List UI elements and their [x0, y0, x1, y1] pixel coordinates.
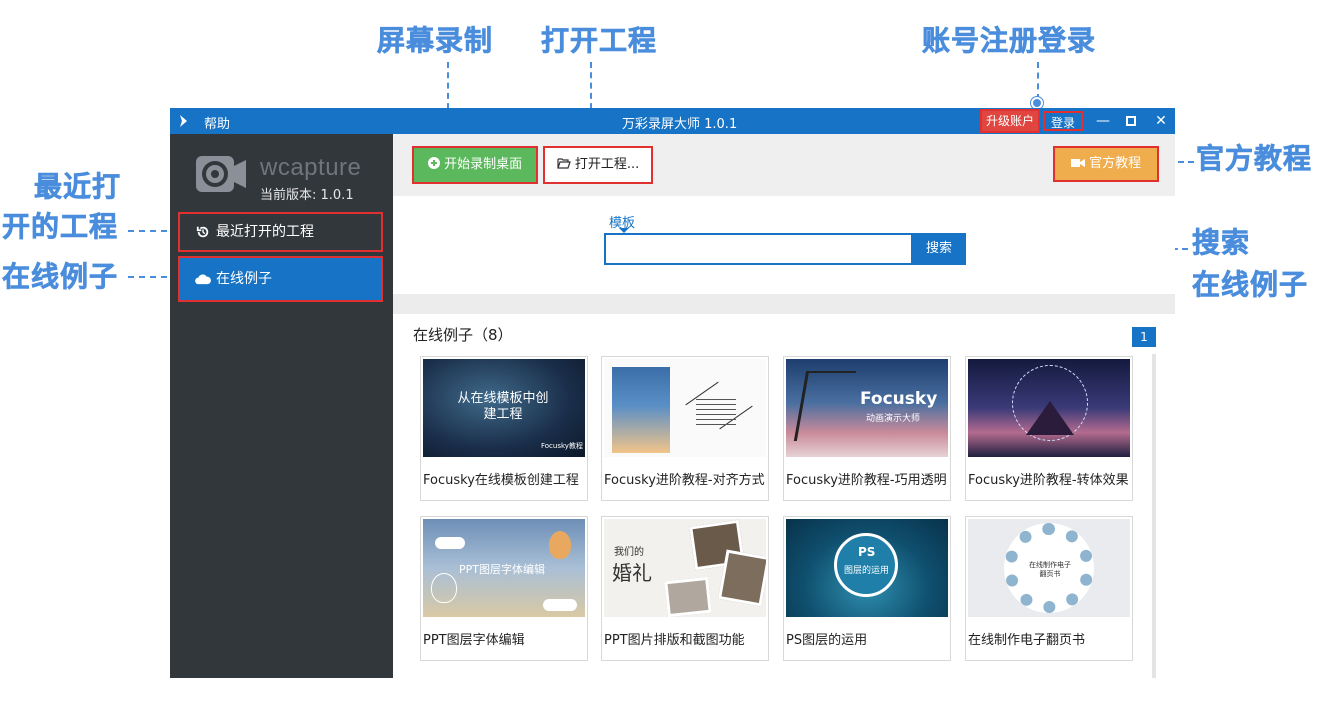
example-thumbnail: [968, 359, 1130, 457]
minimize-button[interactable]: —: [1094, 112, 1112, 130]
thumbnail-caption: 图层的运用: [844, 566, 890, 576]
main-panel: 开始录制桌面 打开工程... 官方教程 模板 搜索 在线例子（8） 1 从在线模…: [393, 134, 1175, 678]
annotation-online-examples: 在线例子: [2, 260, 119, 294]
thumbnail-photo: [717, 549, 766, 607]
sidebar-item-label: 在线例子: [216, 271, 272, 287]
annotation-official-tutorial: 官方教程: [1196, 142, 1313, 176]
example-card-title: Focusky在线模板创建工程: [423, 473, 579, 488]
example-card-title: Focusky进阶教程-转体效果: [968, 473, 1129, 488]
thumbnail-cloud: [543, 599, 577, 611]
annotation-search-online: 在线例子: [1192, 268, 1309, 302]
example-card[interactable]: 从在线模板中创建工程 Focusky教程 Focusky在线模板创建工程: [420, 356, 588, 501]
example-card[interactable]: PPT图层字体编辑 PPT图层字体编辑: [420, 516, 588, 661]
example-card[interactable]: 我们的 婚礼 PPT图片排版和截图功能: [601, 516, 769, 661]
annotation-recent-line2: 开的工程: [2, 210, 119, 244]
title-bar: 帮助 万彩录屏大师 1.0.1 升级账户 登录 — ✕: [170, 108, 1175, 134]
search-input[interactable]: [604, 233, 913, 265]
cloud-icon: [195, 273, 211, 284]
thumbnail-illustration: [612, 367, 670, 453]
open-project-button[interactable]: 打开工程...: [543, 146, 653, 184]
example-card[interactable]: Focusky进阶教程-对齐方式: [601, 356, 769, 501]
annotation-search: 搜索: [1192, 226, 1251, 260]
toolbar: 开始录制桌面 打开工程... 官方教程: [393, 134, 1175, 196]
help-menu[interactable]: 帮助: [204, 113, 230, 132]
thumbnail-text: Focusky: [860, 389, 938, 409]
example-card-title: Focusky进阶教程-对齐方式: [604, 473, 765, 488]
video-camera-icon: [1070, 159, 1085, 167]
example-card[interactable]: PS 图层的运用 PS图层的运用: [783, 516, 951, 661]
maximize-button[interactable]: [1122, 112, 1140, 130]
sidebar-item-recent-projects[interactable]: 最近打开的工程: [178, 212, 383, 252]
upgrade-account-button[interactable]: 升级账户: [979, 109, 1041, 133]
thumbnail-cloud: [435, 537, 465, 549]
sidebar: wcapture 当前版本: 1.0.1 最近打开的工程 在线例子: [170, 134, 393, 678]
example-thumbnail: 我们的 婚礼: [604, 519, 766, 617]
section-title: 在线例子（8）: [413, 326, 513, 344]
plus-circle-icon: [427, 157, 440, 169]
example-thumbnail: Focusky 动画演示大师: [786, 359, 948, 457]
annotation-recent-line1: 最近打: [34, 170, 122, 204]
example-card-title: 在线制作电子翻页书: [968, 633, 1086, 648]
annotation-recent-projects-2: 开的工程: [2, 210, 118, 244]
start-recording-button[interactable]: 开始录制桌面: [412, 146, 538, 184]
example-card[interactable]: 在线制作电子翻页书 在线制作电子翻页书: [965, 516, 1133, 661]
thumbnail-mountain: [1026, 401, 1074, 435]
thumbnail-caption: 婚礼: [612, 561, 652, 585]
app-logo-icon: [180, 115, 187, 127]
thumbnail-balloon: [431, 573, 457, 603]
divider: [393, 294, 1175, 314]
thumbnail-text-block: [696, 399, 736, 429]
app-version: 当前版本: 1.0.1: [260, 188, 354, 203]
thumbnail-text: PS: [858, 545, 876, 559]
example-thumbnail: 从在线模板中创建工程 Focusky教程: [423, 359, 585, 457]
brand-name: wcapture: [260, 154, 362, 181]
thumbnail-text: 我们的: [614, 547, 644, 558]
app-window: 帮助 万彩录屏大师 1.0.1 升级账户 登录 — ✕ wcapture 当前版…: [170, 108, 1175, 678]
open-project-label: 打开工程...: [574, 157, 640, 172]
folder-open-icon: [557, 158, 571, 169]
maximize-icon: [1126, 116, 1136, 126]
example-card[interactable]: Focusky 动画演示大师 Focusky进阶教程-巧用透明: [783, 356, 951, 501]
thumbnail-text: 在线制作电子翻页书: [1029, 561, 1071, 578]
thumbnail-caption: Focusky教程: [541, 442, 583, 450]
thumbnail-text: PPT图层字体编辑: [459, 563, 545, 576]
thumbnail-text: 从在线模板中创建工程: [457, 391, 549, 422]
sidebar-item-label: 最近打开的工程: [216, 224, 314, 240]
example-thumbnail: PS 图层的运用: [786, 519, 948, 617]
start-recording-label: 开始录制桌面: [444, 157, 523, 172]
scrollbar[interactable]: [1152, 354, 1156, 678]
annotation-open-project: 打开工程: [541, 24, 658, 58]
search-button[interactable]: 搜索: [912, 233, 966, 265]
example-thumbnail: [604, 359, 766, 457]
example-card-title: PPT图层字体编辑: [423, 633, 525, 648]
example-card-title: PPT图片排版和截图功能: [604, 633, 745, 648]
window-title: 万彩录屏大师 1.0.1: [622, 117, 738, 132]
login-button[interactable]: 登录: [1043, 111, 1084, 131]
sidebar-item-online-examples[interactable]: 在线例子: [178, 256, 383, 302]
example-thumbnail: PPT图层字体编辑: [423, 519, 585, 617]
example-card[interactable]: Focusky进阶教程-转体效果: [965, 356, 1133, 501]
annotation-recent-projects: 最近打: [34, 170, 121, 204]
annotation-screen-record: 屏幕录制: [377, 24, 494, 58]
camera-logo-icon: [196, 156, 246, 192]
thumbnail-balloon: [549, 531, 571, 559]
history-icon: [196, 226, 209, 238]
official-tutorial-button[interactable]: 官方教程: [1053, 146, 1159, 182]
thumbnail-tree: [793, 371, 857, 441]
example-card-title: PS图层的运用: [786, 633, 868, 648]
annotation-line: [1037, 62, 1039, 100]
official-tutorial-label: 官方教程: [1089, 156, 1142, 171]
close-button[interactable]: ✕: [1152, 112, 1170, 130]
page-number[interactable]: 1: [1132, 327, 1156, 347]
thumbnail-photo: [664, 576, 712, 617]
thumbnail-caption: 动画演示大师: [866, 414, 921, 424]
example-thumbnail: 在线制作电子翻页书: [968, 519, 1130, 617]
example-card-title: Focusky进阶教程-巧用透明: [786, 473, 947, 488]
annotation-account: 账号注册登录: [922, 24, 1097, 58]
